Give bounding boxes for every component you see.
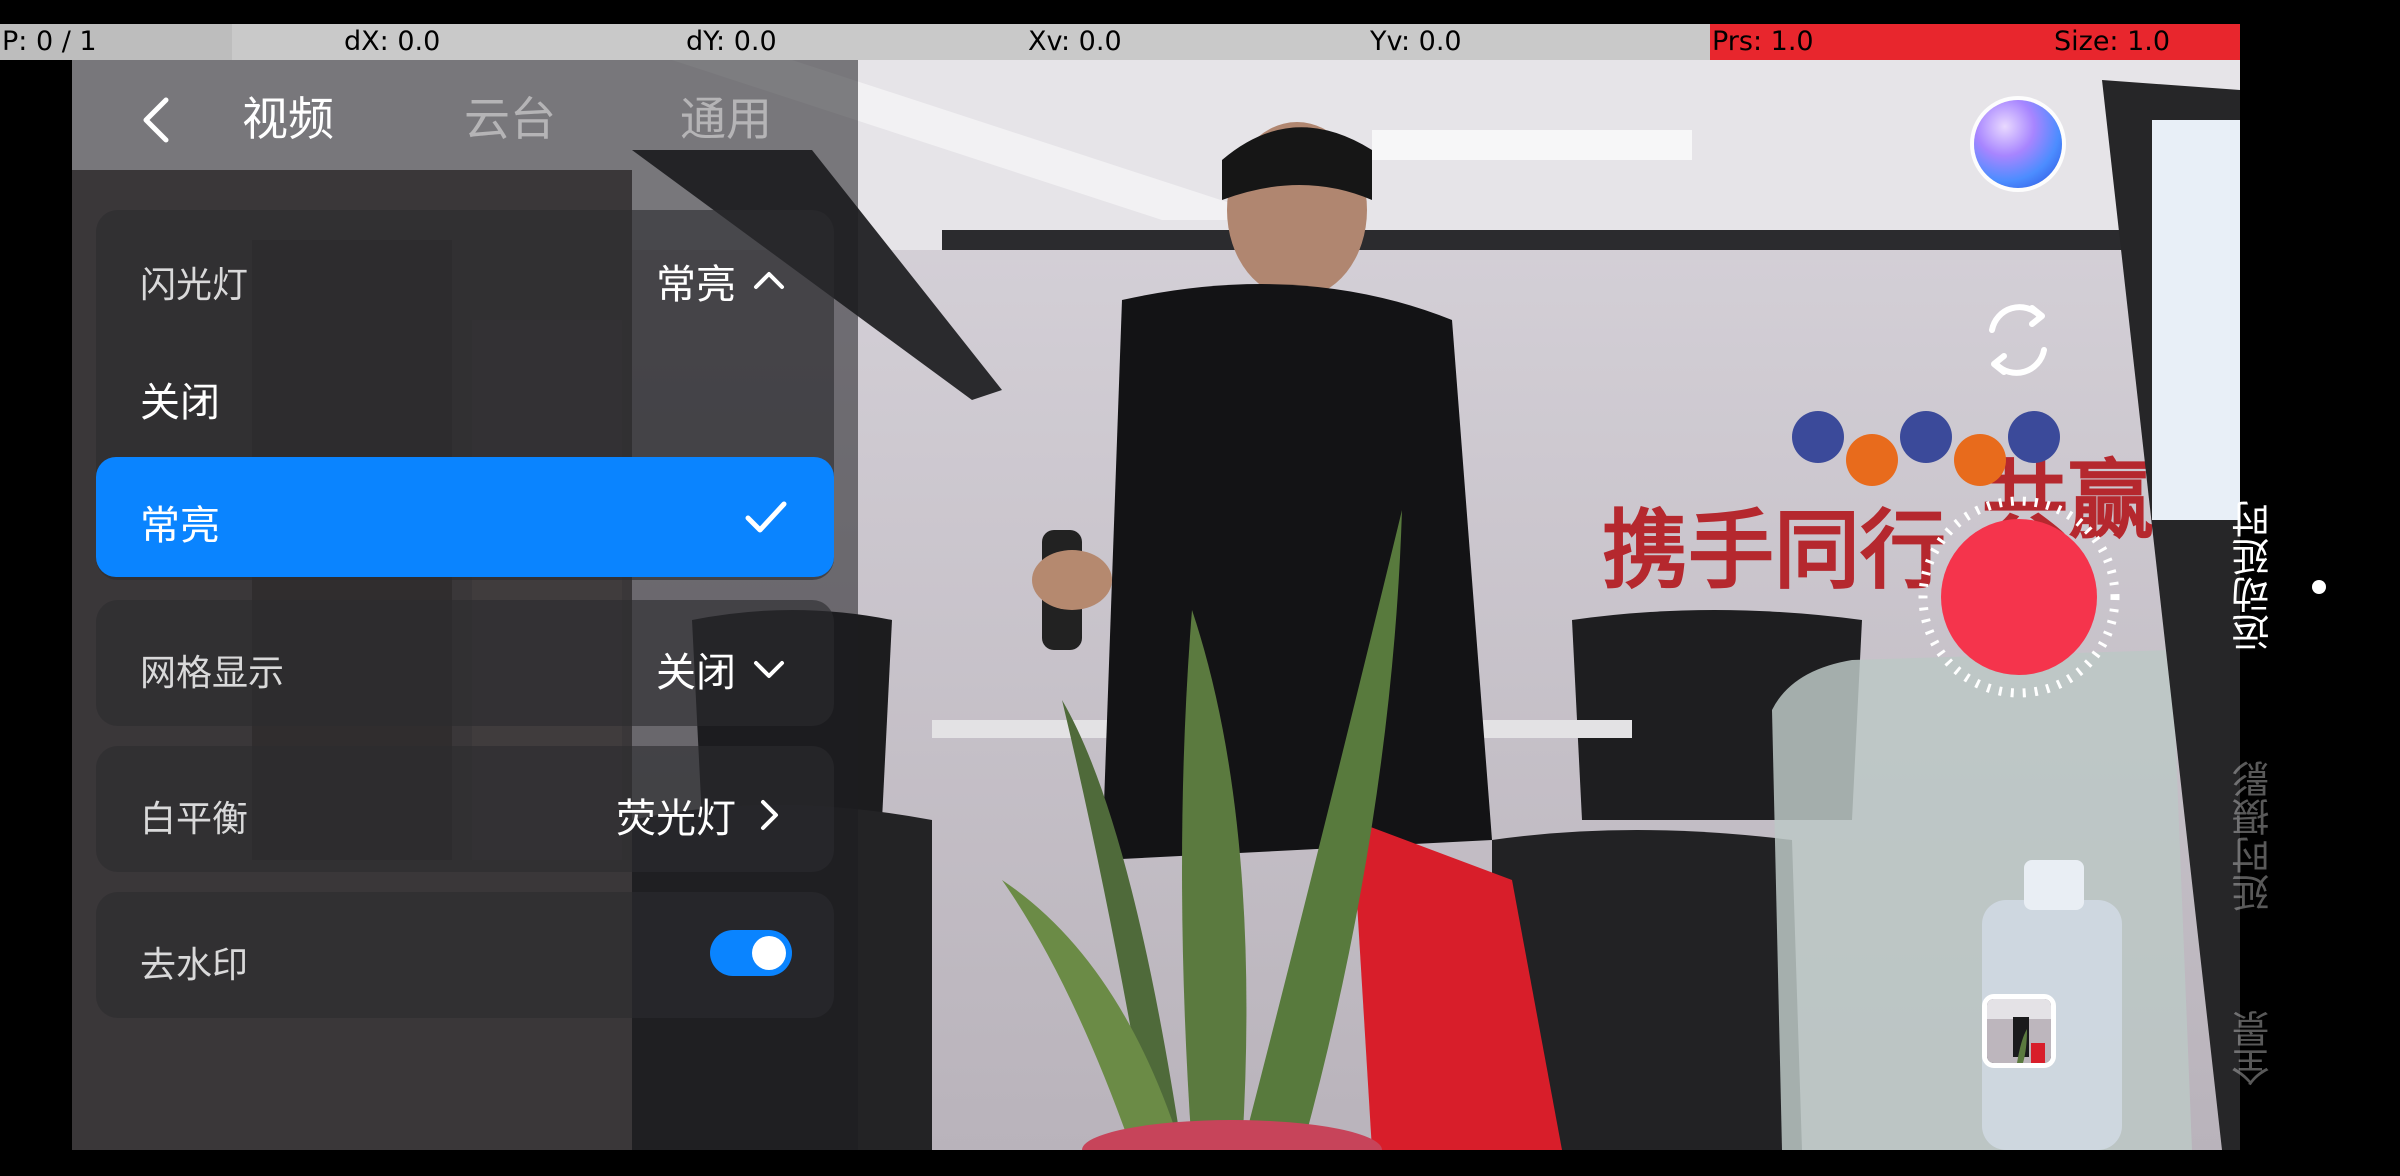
debug-size: Size: 1.0 xyxy=(2054,26,2171,57)
flash-label: 闪光灯 xyxy=(140,265,249,306)
debug-xv: Xv: 0.0 xyxy=(1028,26,1122,57)
toggle-knob xyxy=(752,936,786,970)
thumbnail-image xyxy=(1987,999,2051,1063)
back-button[interactable] xyxy=(128,90,188,150)
check-icon xyxy=(745,501,787,533)
record-button-icon[interactable] xyxy=(1914,492,2124,702)
gallery-orb-icon[interactable] xyxy=(1974,100,2062,188)
white-balance-label: 白平衡 xyxy=(140,799,249,840)
grid-value[interactable]: 关闭 xyxy=(656,640,788,698)
flash-value[interactable]: 常亮 xyxy=(656,252,788,310)
tab-general[interactable]: 通用 xyxy=(680,84,772,154)
white-balance-value[interactable]: 荧光灯 xyxy=(616,786,788,844)
grid-value-text: 关闭 xyxy=(656,650,736,696)
mode-panorama[interactable]: 全景 xyxy=(2226,1010,2306,1086)
debug-dy: dY: 0.0 xyxy=(686,26,777,57)
last-capture-thumbnail[interactable] xyxy=(1982,994,2056,1068)
mode-motion-timelapse[interactable]: 运动延时 xyxy=(2226,500,2306,652)
flash-option-always-on-label: 常亮 xyxy=(140,503,220,549)
flash-option-always-on[interactable]: 常亮 xyxy=(96,457,834,577)
debug-dx: dX: 0.0 xyxy=(344,26,441,57)
grid-label: 网格显示 xyxy=(140,653,285,694)
watermark-row: 去水印 xyxy=(96,892,834,1018)
svg-text:携手同行: 携手同行 xyxy=(1602,501,1946,601)
chevron-down-icon xyxy=(754,661,784,678)
pointer-debug-bar: P: 0 / 1 dX: 0.0 dY: 0.0 Xv: 0.0 Yv: 0.0… xyxy=(0,24,2400,60)
debug-pointer: P: 0 / 1 xyxy=(2,26,97,57)
white-balance-row[interactable]: 白平衡 荧光灯 xyxy=(96,746,834,872)
settings-nav: 视频 云台 通用 xyxy=(72,60,858,180)
chevron-left-icon xyxy=(143,97,169,143)
watermark-label: 去水印 xyxy=(140,945,249,986)
debug-segment xyxy=(2240,24,2400,60)
chevron-right-icon xyxy=(761,800,778,830)
chevron-up-icon xyxy=(754,272,784,289)
flash-value-text: 常亮 xyxy=(656,262,736,308)
debug-segment xyxy=(232,24,1710,60)
flash-option-off[interactable]: 关闭 xyxy=(140,370,220,428)
debug-pressure: Prs: 1.0 xyxy=(1712,26,1814,57)
camera-flip-icon[interactable] xyxy=(1970,292,2066,388)
tab-video[interactable]: 视频 xyxy=(242,84,334,154)
grid-row[interactable]: 网格显示 关闭 xyxy=(96,600,834,726)
settings-panel: 视频 云台 通用 闪光灯 常亮 关闭 常亮 网格显示 关闭 白平衡 荧光灯 去水… xyxy=(72,60,858,1150)
tab-gimbal[interactable]: 云台 xyxy=(464,84,556,154)
mode-timelapse[interactable]: 延时摄影 xyxy=(2226,760,2306,912)
active-mode-indicator xyxy=(2312,580,2326,594)
watermark-toggle[interactable] xyxy=(710,930,792,976)
white-balance-value-text: 荧光灯 xyxy=(616,796,736,842)
debug-yv: Yv: 0.0 xyxy=(1370,26,1462,57)
